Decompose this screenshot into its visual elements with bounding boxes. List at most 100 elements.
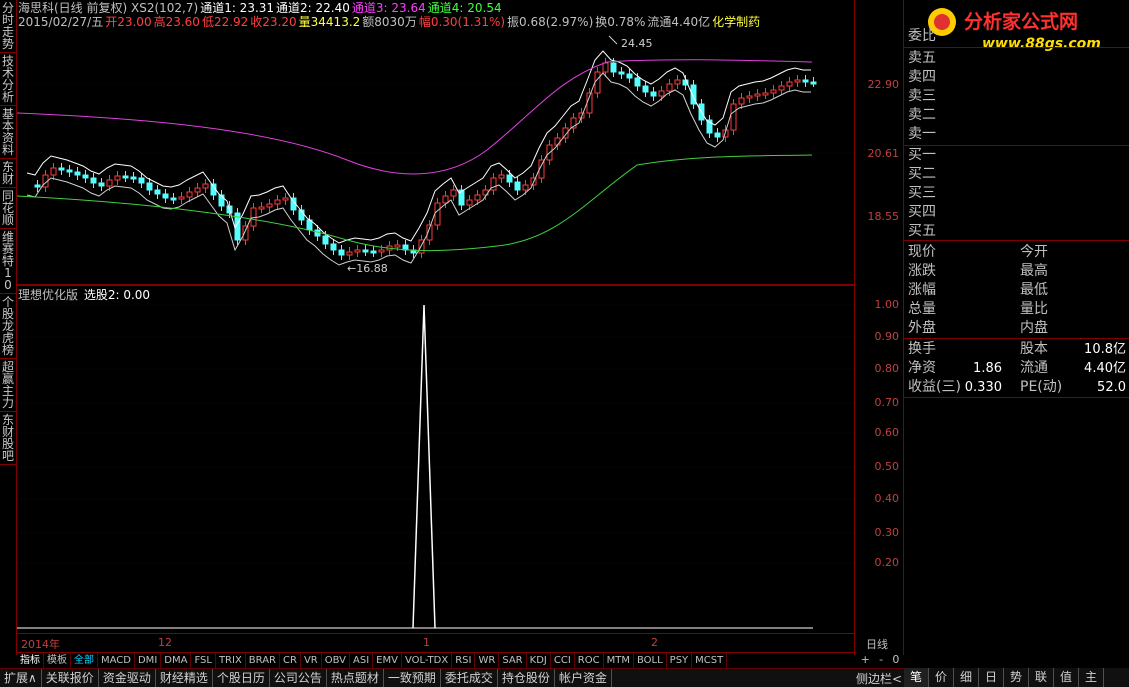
side-panel-toggle[interactable]: 侧边栏< (856, 670, 902, 687)
header-line1-item-2: 通道2: 22.40 (276, 1, 350, 15)
ind-tab-sar[interactable]: SAR (499, 653, 527, 668)
side-tab-1[interactable]: 价 (929, 668, 954, 687)
quote1-label-b-0: 今开 (1020, 244, 1048, 260)
quote1-row-4: 外盘 内盘 (908, 319, 1126, 338)
candle-body-53 (450, 189, 457, 197)
ind-tab-psy[interactable]: PSY (667, 653, 693, 668)
candle-body-88 (730, 103, 737, 131)
candle-body-8 (90, 177, 97, 184)
bottom-tab-8[interactable]: 委托成交 (441, 669, 498, 687)
ind-tab-模板[interactable]: 模板 (44, 653, 71, 668)
candle-body-6 (74, 171, 81, 176)
header-line2-item-9: 换0.78% (595, 15, 646, 29)
side-tab-5[interactable]: 联 (1029, 668, 1054, 687)
ind-tab-trix[interactable]: TRIX (216, 653, 246, 668)
candle-body-16 (154, 189, 161, 195)
bottom-tab-2[interactable]: 资金驱动 (99, 669, 156, 687)
ind-tab-mcst[interactable]: MCST (692, 653, 728, 668)
ind-tab-macd[interactable]: MACD (98, 653, 135, 668)
quote2-label-b-2: PE(动) (1020, 379, 1063, 395)
side-tab-3[interactable]: 日 (979, 668, 1004, 687)
zoom-btn-2[interactable]: 0 (892, 653, 899, 667)
side-tab-6[interactable]: 值 (1054, 668, 1079, 687)
ob-sep-2 (904, 240, 1129, 241)
ind-tab-vr[interactable]: VR (301, 653, 322, 668)
ind-tab-kdj[interactable]: KDJ (527, 653, 551, 668)
header-line-ohlc: 2015/02/27/五 开23.00 高23.60 低22.92 收23.20 量344… (18, 15, 762, 30)
chart-area[interactable]: 24.45 ←16.88 海思科(日线 前复权) XS2(102,7) 通道1: 2… (17, 0, 854, 633)
ind-tab-emv[interactable]: EMV (373, 653, 402, 668)
left-tab-6[interactable]: 个股龙虎榜 (0, 294, 16, 359)
kline-chart[interactable]: 24.45 ←16.88 (17, 0, 854, 285)
quote1-label-a-2: 涨幅 (908, 282, 936, 298)
candle-body-74 (618, 71, 625, 75)
side-tab-7[interactable]: 主 (1079, 668, 1104, 687)
ind-tab-dma[interactable]: DMA (161, 653, 192, 668)
ind-tab-dmi[interactable]: DMI (135, 653, 162, 668)
ind-tab-asi[interactable]: ASI (350, 653, 374, 668)
ind-tab-obv[interactable]: OBV (322, 653, 350, 668)
candle-body-44 (378, 249, 385, 253)
side-tab-2[interactable]: 细 (954, 668, 979, 687)
quote1-label-a-4: 外盘 (908, 320, 936, 336)
candle-body-37 (322, 235, 329, 245)
sell-level-1: 卖一 (908, 126, 936, 142)
candle-body-27 (242, 225, 249, 241)
ind-tab-全部[interactable]: 全部 (71, 653, 98, 668)
candle-body-20 (186, 191, 193, 198)
left-tab-5[interactable]: 维赛特10 (0, 229, 16, 294)
header-line2-item-2: 高23.60 (153, 15, 200, 29)
left-tab-1[interactable]: 技术分析 (0, 53, 16, 106)
ind-tab-brar[interactable]: BRAR (246, 653, 280, 668)
logo-text: 分析家公式网 (964, 10, 1078, 33)
left-tab-7[interactable]: 超赢主力 (0, 359, 16, 412)
high-annotation: 24.45 (621, 37, 653, 50)
sell-level-4: 卖四 (908, 69, 936, 85)
ind-tab-cci[interactable]: CCI (551, 653, 575, 668)
header-line1-item-1: 通道1: 23.31 (200, 1, 275, 15)
ind-tab-fsl[interactable]: FSL (191, 653, 216, 668)
price-axis-label-0: 22.90 (867, 78, 900, 91)
candle-body-42 (362, 249, 369, 253)
header-line-channels: 海思科(日线 前复权) XS2(102,7) 通道1: 23.31 通道2: 22.… (18, 1, 504, 16)
candle-body-7 (82, 174, 89, 179)
bottom-tab-9[interactable]: 持仓股份 (498, 669, 555, 687)
ind-tab-wr[interactable]: WR (475, 653, 500, 668)
ind-tab-mtm[interactable]: MTM (604, 653, 634, 668)
quote1-row-3: 总量 量比 (908, 300, 1126, 319)
candle-body-38 (330, 243, 337, 251)
ind-tab-vol-tdx[interactable]: VOL-TDX (402, 653, 453, 668)
side-tab-4[interactable]: 势 (1004, 668, 1029, 687)
candle-body-73 (610, 62, 617, 73)
bottom-tab-0[interactable]: 扩展∧ (0, 669, 42, 687)
left-tab-8[interactable]: 东财股吧 (0, 412, 16, 465)
quote2-label-a-2: 收益(三) (908, 379, 961, 395)
period-label[interactable]: 日线 (866, 636, 888, 652)
left-tab-0[interactable]: 分时走势 (0, 0, 16, 53)
quote-sep (904, 338, 1129, 339)
bottom-tab-4[interactable]: 个股日历 (213, 669, 270, 687)
ind-tab-指标[interactable]: 指标 (17, 653, 44, 668)
ind-tab-cr[interactable]: CR (280, 653, 301, 668)
bottom-tab-7[interactable]: 一致预期 (384, 669, 441, 687)
bottom-tab-5[interactable]: 公司公告 (270, 669, 327, 687)
candle-body-86 (714, 132, 721, 138)
side-tab-0[interactable]: 笔 (904, 668, 929, 687)
quote1-label-b-4: 内盘 (1020, 320, 1048, 336)
ind-tab-roc[interactable]: ROC (575, 653, 604, 668)
left-tab-3[interactable]: 东财 (0, 159, 16, 188)
bottom-tab-6[interactable]: 热点题材 (327, 669, 384, 687)
bottom-tab-1[interactable]: 关联报价 (42, 669, 99, 687)
candle-body-56 (474, 194, 481, 201)
indicator-chart[interactable] (17, 285, 854, 633)
ind-tab-rsi[interactable]: RSI (452, 653, 476, 668)
left-tab-4[interactable]: 同花顺 (0, 188, 16, 229)
bottom-tab-3[interactable]: 财经精选 (156, 669, 213, 687)
bottom-tab-10[interactable]: 帐户资金 (555, 669, 612, 687)
zoom-btn-1[interactable]: - (879, 653, 883, 667)
zoom-btn-0[interactable]: + (861, 653, 870, 667)
candle-body-5 (66, 169, 73, 173)
left-tab-2[interactable]: 基本资料 (0, 106, 16, 159)
ind-tab-boll[interactable]: BOLL (634, 653, 667, 668)
buy-level-2: 买二 (908, 166, 936, 182)
